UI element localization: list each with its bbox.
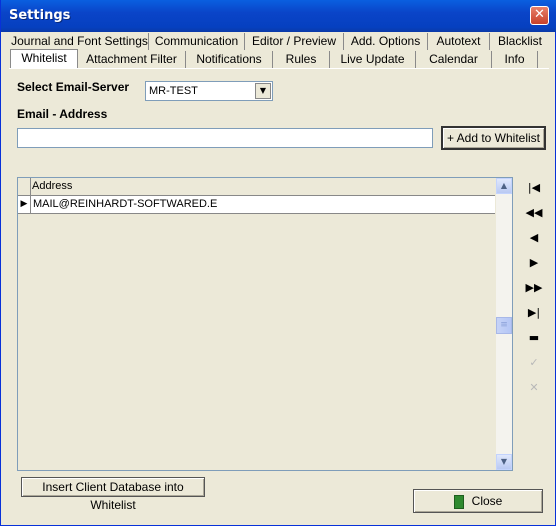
- tab-editor-preview[interactable]: Editor / Preview: [245, 33, 344, 50]
- door-icon: [453, 494, 464, 509]
- grid-header: Address: [18, 178, 495, 196]
- insert-client-database-button[interactable]: Insert Client Database into Whitelist: [21, 477, 205, 512]
- delete-record-icon[interactable]: ▬: [523, 328, 545, 348]
- post-edit-icon: ✓: [529, 356, 539, 369]
- cancel-edit-icon: ✕: [529, 381, 539, 394]
- tab-blacklist[interactable]: Blacklist: [490, 33, 550, 50]
- email-address-label: Email - Address: [17, 107, 108, 121]
- tab-live-update[interactable]: Live Update: [330, 51, 416, 68]
- whitelist-grid[interactable]: Address ▶ MAIL@REINHARDT-SOFTWARED.E ▲ ≡…: [17, 177, 513, 471]
- scroll-up-icon[interactable]: ▲: [496, 178, 512, 194]
- tab-autotext[interactable]: Autotext: [428, 33, 490, 50]
- select-server-label: Select Email-Server: [17, 80, 130, 94]
- tab-attachment-filter[interactable]: Attachment Filter: [78, 51, 186, 68]
- next-page-icon[interactable]: ▶▶: [523, 278, 545, 298]
- last-record-icon[interactable]: ▶|: [523, 303, 545, 323]
- chevron-down-icon[interactable]: ▼: [255, 83, 271, 99]
- close-window-button[interactable]: ✕: [530, 6, 549, 25]
- column-header-address[interactable]: Address: [32, 180, 72, 192]
- email-server-select[interactable]: MR-TEST ▼: [145, 81, 273, 101]
- tab-calendar[interactable]: Calendar: [416, 51, 492, 68]
- tab-rules[interactable]: Rules: [273, 51, 330, 68]
- tab-notifications[interactable]: Notifications: [186, 51, 273, 68]
- add-to-whitelist-button[interactable]: + Add to Whitelist: [441, 126, 546, 150]
- tab-journal-font-settings[interactable]: Journal and Font Settings: [11, 33, 149, 50]
- email-server-value: MR-TEST: [149, 85, 198, 97]
- window-title: Settings: [9, 8, 71, 23]
- tab-add-options[interactable]: Add. Options: [344, 33, 428, 50]
- scroll-thumb[interactable]: ≡: [496, 317, 512, 334]
- scroll-down-icon[interactable]: ▼: [496, 454, 512, 470]
- title-bar[interactable]: Settings ✕: [1, 0, 556, 32]
- grid-scrollbar[interactable]: ▲ ≡ ▼: [496, 178, 512, 470]
- next-record-icon[interactable]: ▶: [523, 253, 545, 273]
- email-address-input[interactable]: [17, 128, 433, 148]
- close-button[interactable]: Close: [413, 489, 543, 513]
- settings-window: Settings ✕ Journal and Font Settings Com…: [0, 0, 556, 526]
- tab-info[interactable]: Info: [492, 51, 538, 68]
- table-row[interactable]: ▶ MAIL@REINHARDT-SOFTWARED.E: [18, 196, 495, 214]
- previous-record-icon[interactable]: ◀: [523, 228, 545, 248]
- current-row-icon: ▶: [18, 196, 31, 213]
- first-record-icon[interactable]: |◀: [523, 178, 545, 198]
- tab-communication[interactable]: Communication: [149, 33, 245, 50]
- tab-whitelist[interactable]: Whitelist: [10, 49, 78, 68]
- close-icon: ✕: [534, 7, 545, 22]
- prior-page-icon[interactable]: ◀◀: [523, 203, 545, 223]
- address-cell[interactable]: MAIL@REINHARDT-SOFTWARED.E: [33, 198, 217, 210]
